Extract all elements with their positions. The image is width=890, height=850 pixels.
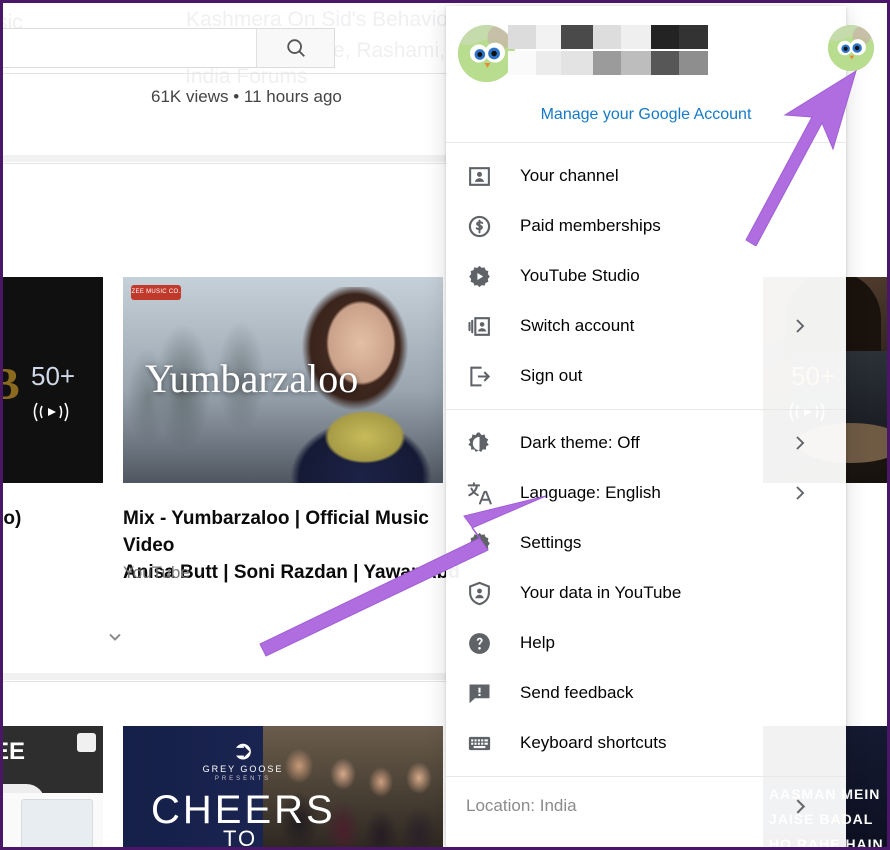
dark-theme-icon [464, 428, 494, 458]
user-avatar-bird-icon [458, 25, 515, 82]
goose-logo-icon: ➲ [232, 735, 254, 765]
translate-icon [464, 478, 494, 508]
section-band-1 [3, 155, 453, 162]
live-broadcast-icon-left [33, 402, 69, 422]
account-email-redacted [508, 51, 708, 75]
menu-item-label: Language: English [520, 483, 661, 502]
thumb-box [21, 799, 93, 847]
account-menu-panel: Manage your Google Account Your channel … [446, 6, 846, 847]
gear-play-icon [464, 261, 494, 291]
menu-item-sign-out[interactable]: Sign out [446, 351, 846, 401]
manage-google-account-link[interactable]: Manage your Google Account [446, 106, 846, 124]
thumb-overlay-title: Yumbarzaloo [145, 356, 359, 401]
search-bar [3, 28, 335, 68]
menu-item-label: YouTube Studio [520, 266, 640, 285]
menu-item-switch-account[interactable]: Switch account [446, 301, 846, 351]
thumbnail-left-top[interactable]: B 50+ [3, 277, 103, 483]
help-circle-icon [464, 628, 494, 658]
location-label: Location: India [466, 796, 577, 815]
video-title-line-1: Mix - Yumbarzaloo | Official Music Video [123, 508, 429, 556]
thumb-watermark: ZEE MUSIC CO. [131, 285, 181, 300]
shield-person-icon [464, 578, 494, 608]
menu-item-send-feedback[interactable]: Send feedback [446, 668, 846, 718]
menu-item-label: Paid memberships [520, 216, 661, 235]
menu-item-label: Keyboard shortcuts [520, 733, 667, 752]
menu-item-label: Sign out [520, 366, 583, 385]
menu-group-settings: Dark theme: Off Language: English Settin… [446, 410, 846, 776]
menu-item-label: Help [520, 633, 555, 652]
chevron-down-icon[interactable] [103, 625, 127, 649]
section-band-2 [3, 673, 453, 680]
left-title-fragment: l Video) [3, 508, 22, 529]
menu-group-account: Your channel Paid memberships YouTube St… [446, 143, 846, 409]
thumb-stripe [0, 803, 1, 850]
person-box-icon [464, 161, 494, 191]
menu-item-paid-memberships[interactable]: Paid memberships [446, 201, 846, 251]
menu-item-label: Your channel [520, 166, 619, 185]
brand-subtitle: PRESENTS [214, 776, 272, 782]
menu-item-label: Send feedback [520, 683, 634, 702]
screenshot-frame: sic Kashmera On Sid's Behaviour With e, … [0, 0, 890, 850]
thumb-letter: B [3, 357, 20, 410]
menu-item-label: Switch account [520, 316, 635, 335]
menu-item-dark-theme[interactable]: Dark theme: Off [446, 418, 846, 468]
mi-brand-icon [77, 733, 96, 752]
video-meta-line: 61K views • 11 hours ago [151, 87, 342, 106]
thumbnail-center-top[interactable]: ZEE MUSIC CO. Yumbarzaloo [123, 277, 443, 483]
search-icon [286, 39, 305, 57]
thumb-free-text: FREE [3, 738, 26, 765]
feedback-icon [464, 678, 494, 708]
menu-item-location[interactable]: Location: India [446, 777, 846, 835]
gear-icon [464, 528, 494, 558]
sign-out-icon [464, 361, 494, 391]
brand-name: GREY GOOSE [202, 764, 284, 774]
rule-under-search [3, 73, 453, 74]
chevron-right-icon [792, 485, 808, 501]
badge-50-plus-left: 50+ [31, 361, 76, 391]
menu-item-language[interactable]: Language: English [446, 468, 846, 518]
menu-item-keyboard-shortcuts[interactable]: Keyboard shortcuts [446, 718, 846, 768]
rule-2 [3, 681, 453, 682]
thumbnail-center-bottom[interactable]: ➲ GREY GOOSE PRESENTS CHEERS TO THAT! [123, 726, 443, 850]
video-channel: YouTube [123, 563, 190, 582]
menu-item-settings[interactable]: Settings [446, 518, 846, 568]
search-input[interactable] [3, 29, 256, 67]
menu-item-help[interactable]: Help [446, 618, 846, 668]
user-avatar-bird-icon [828, 25, 874, 71]
search-button[interactable] [256, 29, 334, 67]
promo-line-2: TO [223, 826, 258, 850]
chevron-right-icon [792, 798, 808, 814]
rule-1 [3, 163, 453, 164]
chevron-right-icon [792, 318, 808, 334]
avatar[interactable] [458, 25, 515, 82]
menu-item-label: Dark theme: Off [520, 433, 640, 452]
account-avatar-button[interactable] [828, 25, 874, 71]
faint-text-2: e, Rashami,... [333, 39, 463, 62]
chevron-right-icon [792, 435, 808, 451]
menu-item-label: Settings [520, 533, 582, 552]
dollar-circle-icon [464, 211, 494, 241]
account-header: Manage your Google Account [446, 6, 846, 142]
menu-item-your-data-in-youtube[interactable]: Your data in YouTube [446, 568, 846, 618]
thumbnail-left-bottom-2[interactable] [0, 793, 103, 850]
menu-item-your-channel[interactable]: Your channel [446, 151, 846, 201]
faint-text-3: India Forums [185, 65, 308, 88]
account-name-redacted [508, 25, 708, 49]
keyboard-icon [464, 728, 494, 758]
menu-item-label: Your data in YouTube [520, 583, 682, 602]
menu-item-youtube-studio[interactable]: YouTube Studio [446, 251, 846, 301]
switch-account-icon [464, 311, 494, 341]
